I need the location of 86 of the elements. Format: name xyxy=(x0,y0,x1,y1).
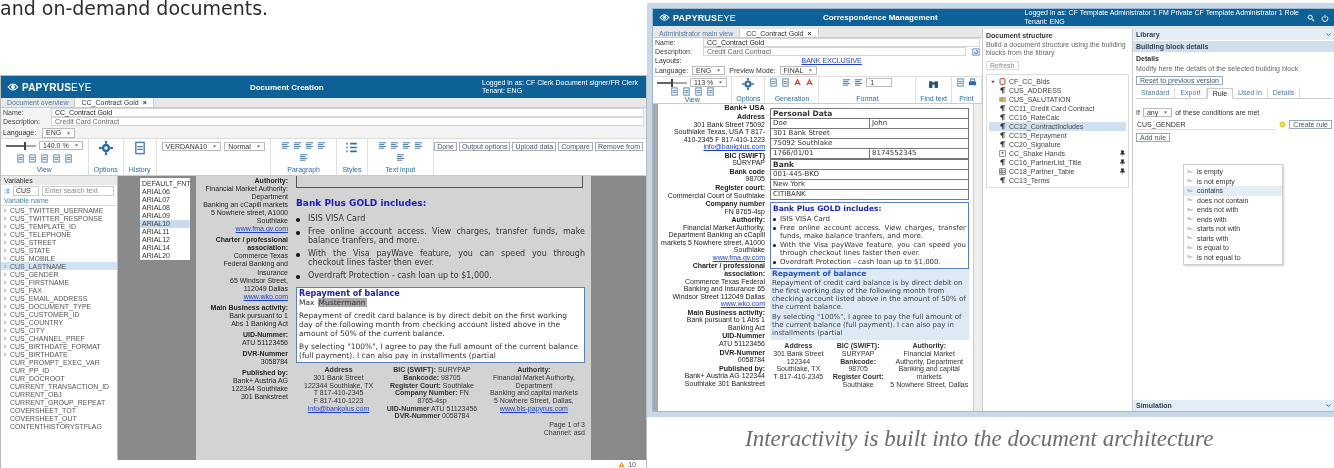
caret-icon xyxy=(808,68,814,73)
bullet-icon xyxy=(773,244,776,248)
bullet-icon xyxy=(296,230,300,235)
page-icon xyxy=(39,153,49,163)
format-icon xyxy=(389,141,399,150)
power-icon[interactable] xyxy=(1321,13,1329,22)
caret-icon xyxy=(66,130,72,136)
document-icon xyxy=(132,141,147,155)
operator-icon xyxy=(1187,187,1193,194)
format-icon xyxy=(854,78,864,87)
refresh-icon[interactable] xyxy=(972,47,980,56)
zoom-slider[interactable] xyxy=(657,81,687,84)
bullet-icon xyxy=(773,218,776,221)
eye-logo-icon xyxy=(7,81,19,93)
bullet-icon xyxy=(773,227,776,231)
page-icon xyxy=(51,153,61,163)
template-icon xyxy=(999,78,1006,86)
page-icon xyxy=(15,153,25,163)
bullet-text: ISIS VISA Card xyxy=(308,214,366,224)
image-block-icon xyxy=(999,150,1006,158)
pdf-icon xyxy=(805,78,815,87)
logo-text: PAPYRUSEYE xyxy=(673,12,736,23)
operator-icon xyxy=(1187,206,1193,213)
page-icon xyxy=(669,87,679,96)
bullet-icon xyxy=(773,261,776,265)
bullet-icon xyxy=(296,252,300,257)
indicator-icon xyxy=(1279,121,1287,129)
caret-icon xyxy=(1163,109,1169,115)
operator-icon xyxy=(1187,225,1193,232)
operator-icon xyxy=(1187,197,1193,204)
caret-icon xyxy=(718,80,724,85)
paragraph-block-icon xyxy=(999,87,1006,95)
app-title: Document Creation xyxy=(249,82,324,92)
operator-icon xyxy=(1187,254,1193,261)
operator-icon xyxy=(1187,168,1193,175)
format-icon xyxy=(413,141,423,150)
operator-icon xyxy=(1187,216,1193,223)
intro-text: and on-demand documents. xyxy=(0,0,269,19)
format-icon xyxy=(395,153,405,162)
logo-text: PAPYRUSEYE xyxy=(22,81,92,93)
caret-icon xyxy=(73,143,79,148)
pdf-icon xyxy=(793,78,803,87)
operator-icon xyxy=(1187,244,1193,251)
zoom-slider[interactable] xyxy=(6,144,36,147)
align-icon xyxy=(299,153,309,162)
align-icon xyxy=(293,141,303,150)
page-icon xyxy=(681,87,691,96)
bullet-text: Free online account access. View charges, transfer funds, make balance tranfers, and more. xyxy=(308,226,585,246)
caret-icon xyxy=(716,68,722,73)
caret-icon xyxy=(255,144,261,149)
app-title: Correspondence Management xyxy=(822,13,938,22)
chevron-icon xyxy=(1325,31,1332,38)
paragraph-block-icon xyxy=(999,159,1006,167)
chevron-icon xyxy=(1325,402,1332,409)
page-icon xyxy=(693,87,703,96)
scrollbar[interactable] xyxy=(973,104,982,411)
bullet-icon xyxy=(296,274,300,279)
bullet-icon xyxy=(296,218,300,222)
address-block-icon xyxy=(999,96,1006,104)
eye-logo-icon xyxy=(659,12,670,23)
format-icon xyxy=(377,141,387,150)
binoculars-icon xyxy=(928,78,940,89)
bullet-text: With the Visa payWave feature, you can speed you through checkout lines faster then ever. xyxy=(308,248,585,268)
format-icon xyxy=(401,141,411,150)
search-icon[interactable] xyxy=(1307,13,1315,22)
gear-icon xyxy=(98,141,113,155)
align-icon xyxy=(281,141,291,150)
page-icon xyxy=(705,87,715,96)
bullet-text: Overdraft Protection - cash loan up to $1,000. xyxy=(308,270,492,281)
page-icon xyxy=(63,153,73,163)
slider-thumb[interactable] xyxy=(670,78,673,87)
format-icon xyxy=(842,78,852,87)
caret-icon xyxy=(212,144,218,149)
list-icon xyxy=(345,141,359,154)
expanded-icon[interactable] xyxy=(990,78,996,85)
filter-icon xyxy=(4,187,10,194)
align-icon xyxy=(317,141,327,150)
caption-text: Interactivity is built into the document architecture xyxy=(745,426,1214,452)
operator-icon xyxy=(1187,235,1193,242)
repayment-title: Repayment of balance xyxy=(299,288,401,299)
section-title: Bank Plus GOLD includes: xyxy=(296,198,428,208)
paragraph-block-icon xyxy=(999,177,1006,185)
page-icon xyxy=(27,153,37,163)
table-block-icon xyxy=(999,168,1006,176)
align-icon xyxy=(305,141,315,150)
operator-icon xyxy=(1187,178,1193,185)
